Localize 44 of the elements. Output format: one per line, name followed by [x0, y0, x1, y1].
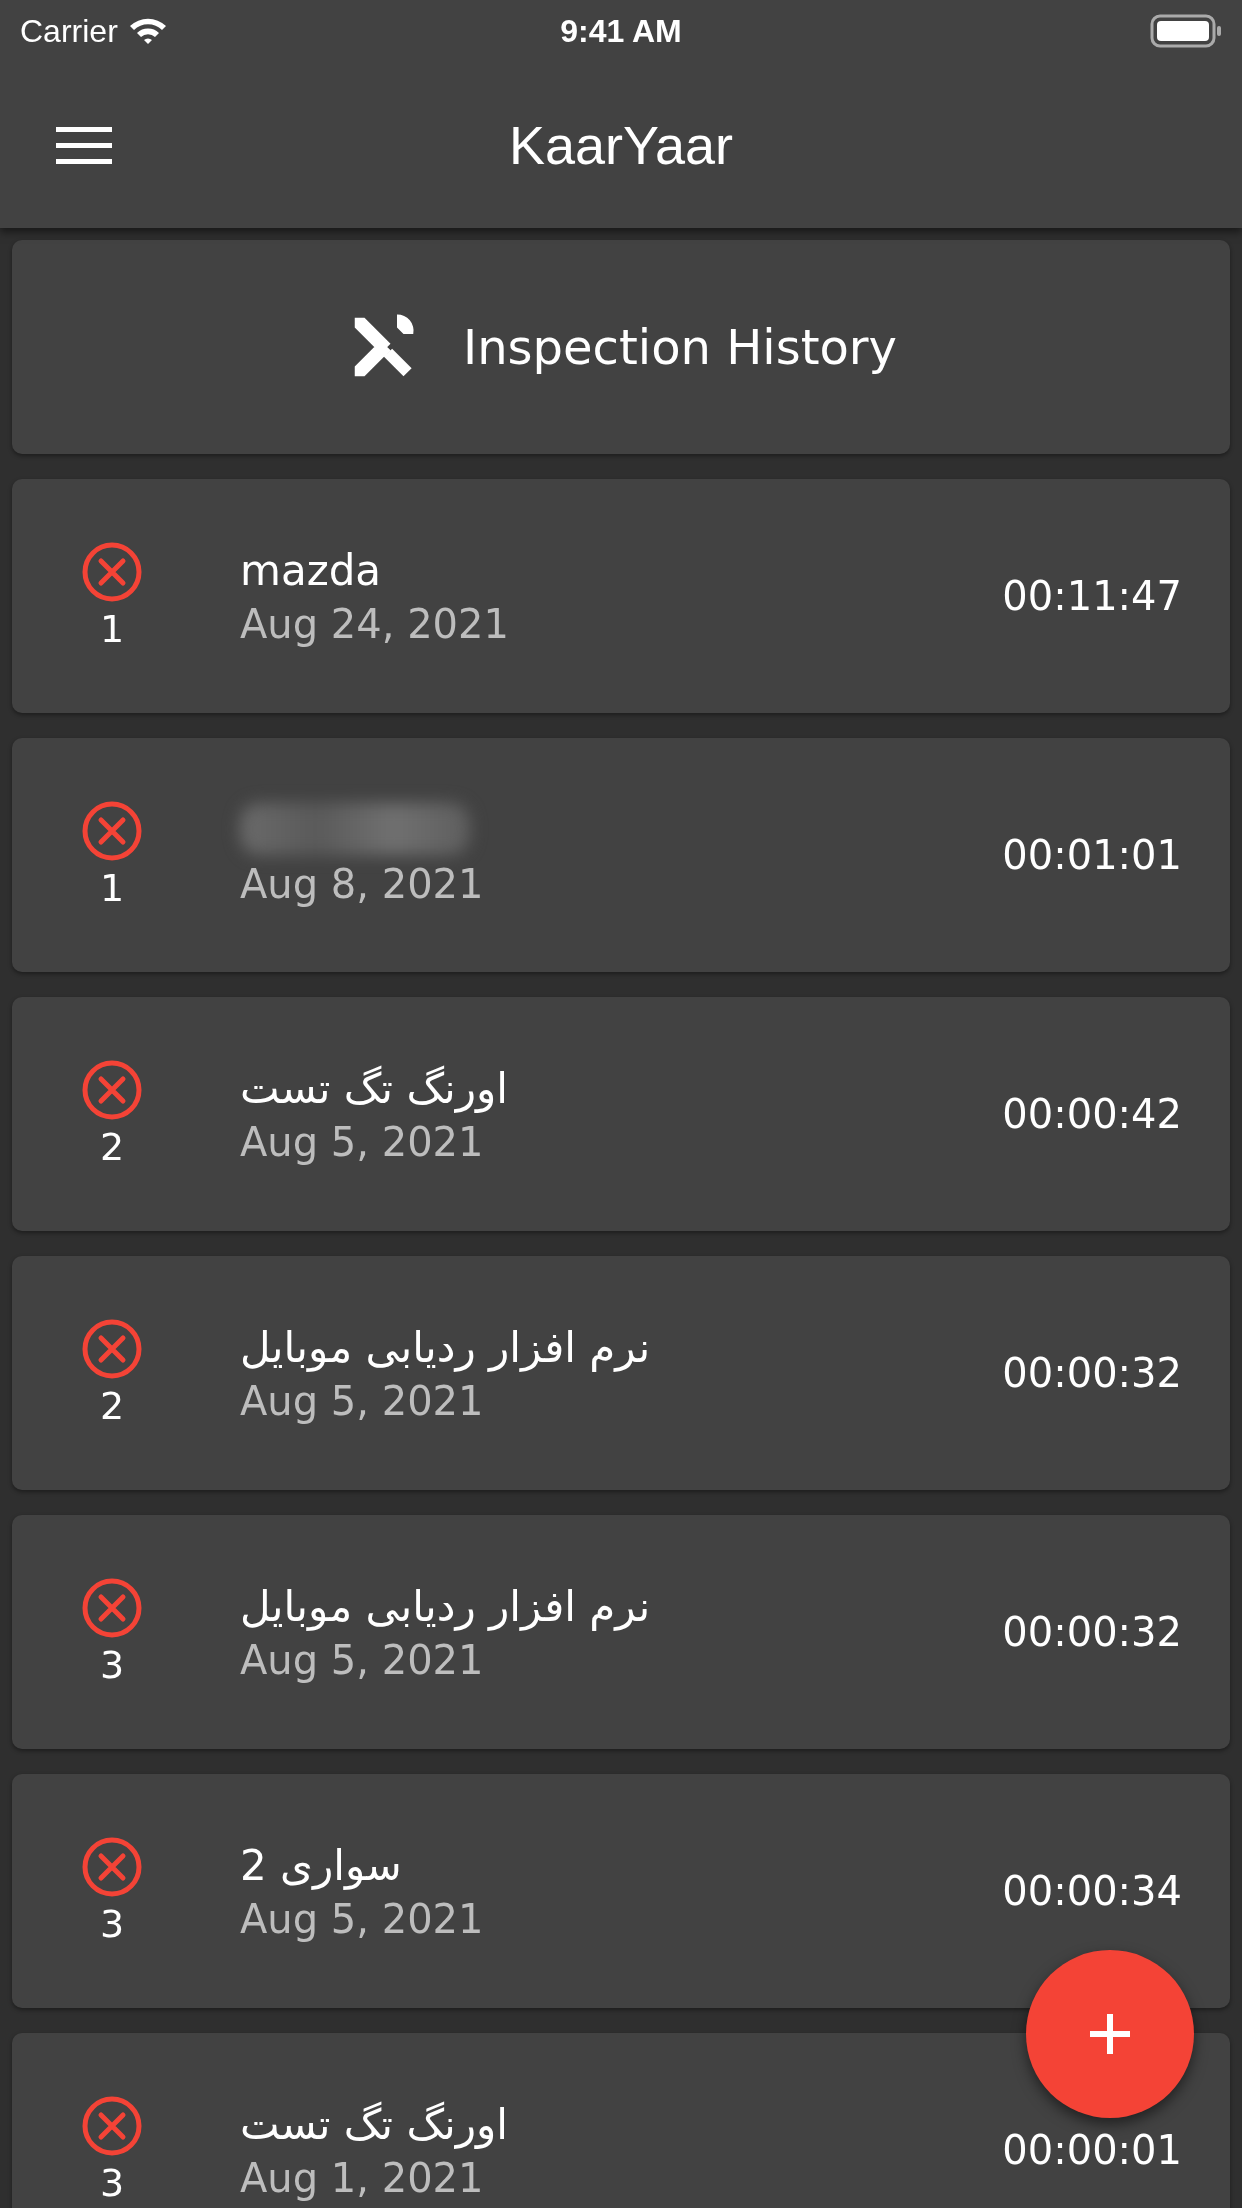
count-label: 1	[99, 866, 125, 910]
inspection-duration: 00:00:01	[1002, 2127, 1182, 2173]
inspection-title: mazda	[240, 545, 382, 595]
inspection-title: اورنگ تگ تست	[240, 2099, 508, 2149]
inspection-duration: 00:00:32	[1002, 1609, 1182, 1655]
inspection-duration: 00:00:34	[1002, 1868, 1182, 1914]
inspection-title: اورنگ تگ تست	[240, 1063, 508, 1113]
count-label: 3	[99, 1902, 125, 1946]
inspection-card[interactable]: 1 Aug 8, 2021 00:01:01	[12, 738, 1230, 972]
header-title: Inspection History	[463, 319, 897, 375]
inspection-title: نرم افزار ردیابی موبایل	[240, 1322, 651, 1372]
inspection-date: Aug 5, 2021	[240, 1636, 485, 1683]
inspection-title: نرم افزار ردیابی موبایل	[240, 1581, 651, 1631]
inspection-date: Aug 5, 2021	[240, 1895, 485, 1942]
inspection-title: سواری 2	[240, 1840, 402, 1890]
error-icon	[81, 1836, 143, 1898]
inspection-date: Aug 1, 2021	[240, 2154, 485, 2201]
inspection-date: Aug 5, 2021	[240, 1377, 485, 1424]
inspection-duration: 00:01:01	[1002, 832, 1182, 878]
error-icon	[81, 1059, 143, 1121]
inspection-date: Aug 24, 2021	[240, 600, 510, 647]
count-label: 2	[99, 1384, 125, 1428]
count-label: 3	[99, 2161, 125, 2205]
inspection-card[interactable]: 1 mazda Aug 24, 2021 00:11:47	[12, 479, 1230, 713]
battery-icon	[1150, 14, 1222, 48]
inspection-duration: 00:00:32	[1002, 1350, 1182, 1396]
plus-icon	[1088, 2012, 1132, 2056]
error-icon	[81, 800, 143, 862]
inspection-duration: 00:11:47	[1002, 573, 1182, 619]
inspection-date: Aug 5, 2021	[240, 1118, 485, 1165]
error-icon	[81, 1318, 143, 1380]
count-label: 1	[99, 607, 125, 651]
app-title: KaarYaar	[508, 114, 734, 176]
error-icon	[81, 2095, 143, 2157]
error-icon	[81, 541, 143, 603]
count-label: 3	[99, 1643, 125, 1687]
status-time: 9:41 AM	[560, 12, 682, 50]
count-label: 2	[99, 1125, 125, 1169]
inspection-date: Aug 8, 2021	[240, 861, 485, 907]
menu-icon	[56, 125, 112, 165]
menu-button[interactable]	[56, 125, 112, 165]
error-icon	[81, 1577, 143, 1639]
carrier-label: Carrier	[20, 12, 118, 50]
inspection-duration: 00:00:42	[1002, 1091, 1182, 1137]
